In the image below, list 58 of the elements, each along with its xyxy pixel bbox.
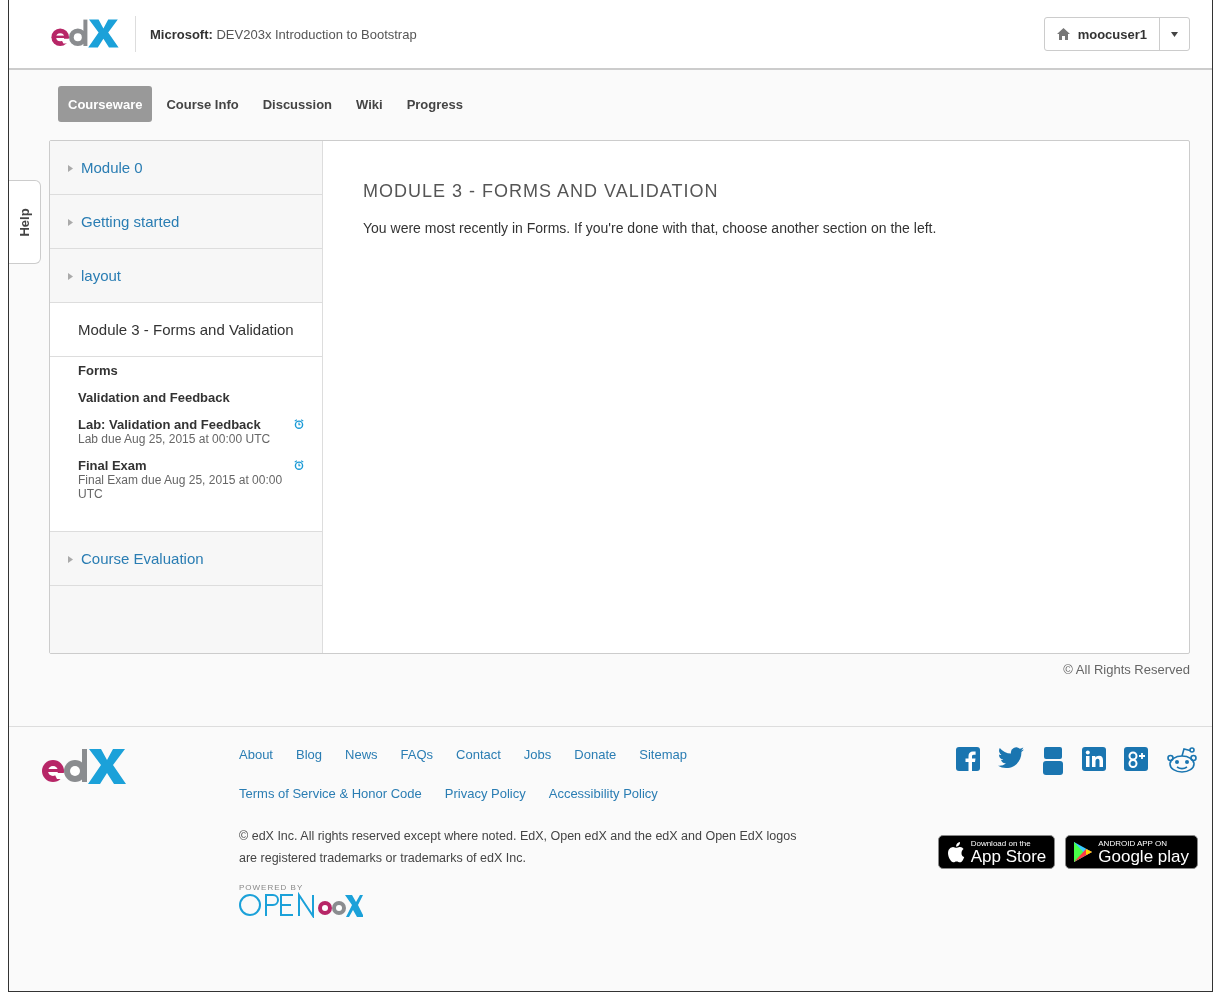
app-store-badge[interactable]: Download on the App Store	[937, 835, 1056, 869]
powered-by-label: POWERED BY	[239, 883, 305, 892]
footer-link[interactable]: Contact	[456, 747, 501, 762]
triangle-icon	[68, 219, 73, 226]
copyright-notice: © All Rights Reserved	[1062, 661, 1191, 679]
badge-caption: ANDROID APP ON	[1098, 838, 1169, 848]
google-play-badge[interactable]: ANDROID APP ON Google play	[1065, 835, 1198, 869]
triangle-icon	[68, 165, 73, 172]
chapter-link[interactable]: Getting started	[50, 195, 322, 249]
username[interactable]: moocuser1	[1077, 26, 1147, 42]
footer-link[interactable]: Accessibility Policy	[548, 786, 658, 801]
course-title: Microsoft: DEV203x Introduction to Bootstrap	[150, 26, 417, 42]
triangle-icon	[68, 273, 73, 280]
user-menu[interactable]: moocuser1	[1043, 17, 1190, 51]
nav-tab[interactable]: Wiki	[346, 86, 393, 122]
caret-icon	[1171, 31, 1178, 37]
edx-logo[interactable]	[49, 18, 121, 50]
footer-link[interactable]: Terms of Service & Honor Code	[239, 786, 422, 801]
section-link[interactable]: Validation and Feedback	[78, 390, 230, 405]
nav-tab[interactable]: Discussion	[252, 86, 342, 122]
open-edx-logo[interactable]	[239, 892, 363, 918]
chapter-link[interactable]: Course Evaluation	[50, 532, 322, 586]
alarm-clock-icon	[294, 458, 304, 472]
chapter-link[interactable]: Module 0	[50, 141, 322, 195]
section-heading: MODULE 3 - FORMS AND VALIDATION	[363, 181, 720, 202]
play-triangle-icon	[1074, 842, 1093, 862]
section-link[interactable]: Final Exam	[78, 458, 288, 473]
footer-link[interactable]: About	[239, 747, 273, 762]
resume-message: You were most recently in Forms. If you're done with that, choose another section on the left.	[363, 220, 938, 236]
due-date: Final Exam due Aug 25, 2015 at 00:00 UTC	[78, 473, 284, 501]
nav-tab[interactable]: Progress	[396, 86, 473, 122]
apple-icon	[946, 841, 965, 863]
due-date: Lab due Aug 25, 2015 at 00:00 UTC	[78, 432, 272, 446]
linkedin-icon[interactable]	[1082, 747, 1106, 771]
section-link[interactable]: Forms	[78, 363, 118, 378]
nav-tab[interactable]: Course Info	[156, 86, 249, 122]
badge-title: Google play	[1098, 847, 1189, 866]
home-icon	[1056, 28, 1070, 40]
triangle-icon	[68, 556, 73, 563]
help-tab[interactable]: Help	[9, 180, 41, 264]
facebook-icon[interactable]	[956, 747, 980, 771]
google-plus-icon[interactable]	[1124, 747, 1148, 771]
legal-text: © edX Inc. All rights reserved except where noted. EdX, Open edX and the edX and Open EdX logos are registered trademarks or trademarks of edX Inc.	[239, 828, 798, 867]
badge-title: App Store	[970, 847, 1047, 866]
footer-link[interactable]: Sitemap	[639, 747, 687, 762]
alarm-clock-icon	[294, 417, 304, 431]
edx-logo[interactable]	[39, 747, 129, 787]
footer-link[interactable]: Donate	[574, 747, 617, 762]
footer-link[interactable]: FAQs	[400, 747, 434, 762]
twitter-icon[interactable]	[998, 747, 1024, 769]
nav-tab[interactable]: Courseware	[58, 86, 153, 122]
footer-link[interactable]: Jobs	[523, 747, 552, 762]
alien-mascot-icon[interactable]	[1166, 747, 1198, 773]
badge-caption: Download on the	[970, 838, 1032, 848]
footer-link[interactable]: Privacy Policy	[444, 786, 526, 801]
footer-link[interactable]: News	[345, 747, 378, 762]
footer-link[interactable]: Blog	[296, 747, 322, 762]
section-link[interactable]: Lab: Validation and Feedback	[78, 417, 288, 432]
